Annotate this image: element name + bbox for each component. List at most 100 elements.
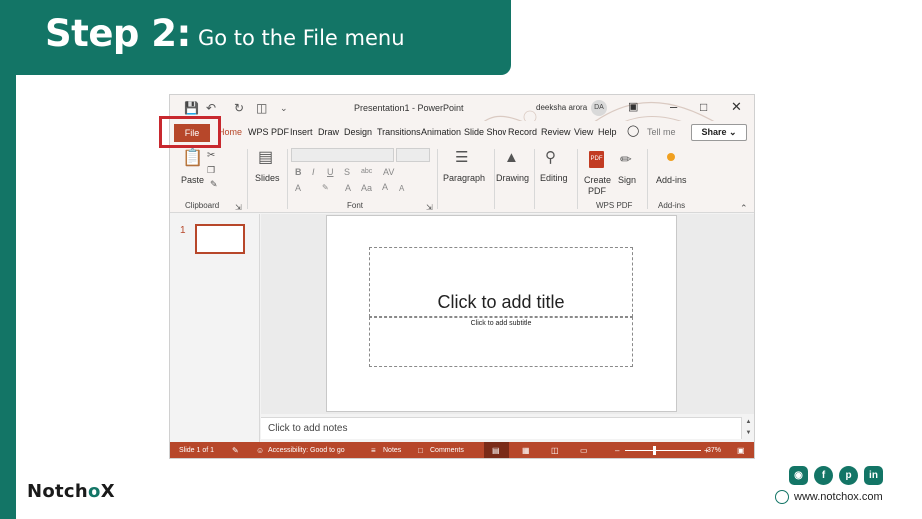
slides-button[interactable]: Slides bbox=[255, 173, 280, 183]
brand-accent: o bbox=[88, 481, 101, 502]
group-separator bbox=[534, 149, 535, 209]
clear-format-icon[interactable]: abc bbox=[361, 168, 372, 175]
tab-animation[interactable]: Animation bbox=[421, 127, 461, 137]
spell-check-icon[interactable]: ✎ bbox=[232, 446, 239, 456]
undo-icon[interactable]: ↶ bbox=[206, 100, 216, 116]
create-pdf-button-line1[interactable]: Create bbox=[584, 175, 611, 185]
group-separator bbox=[494, 149, 495, 209]
font-color-icon[interactable]: A bbox=[345, 183, 351, 193]
minimize-button[interactable]: – bbox=[670, 99, 677, 115]
paste-button[interactable]: Paste bbox=[181, 175, 204, 185]
new-slide-icon[interactable]: ▤ bbox=[258, 149, 273, 167]
slideshow-view-icon[interactable]: ▭ bbox=[580, 446, 588, 456]
zoom-slider-thumb[interactable] bbox=[653, 446, 656, 455]
user-name[interactable]: deeksha arora bbox=[536, 103, 587, 112]
present-icon[interactable]: ◫ bbox=[256, 100, 267, 116]
text-effect-icon[interactable]: A bbox=[295, 183, 301, 193]
share-button[interactable]: Share ⌄ bbox=[691, 124, 747, 141]
highlight-icon[interactable]: ✎ bbox=[322, 183, 329, 192]
fit-to-window-icon[interactable]: ▣ bbox=[737, 446, 745, 456]
sign-icon[interactable]: ✏ bbox=[620, 150, 632, 168]
slide-counter: Slide 1 of 1 bbox=[179, 447, 215, 454]
drawing-button[interactable]: Drawing bbox=[496, 173, 529, 183]
tab-help[interactable]: Help bbox=[598, 127, 617, 137]
char-spacing-icon[interactable]: AV bbox=[383, 167, 394, 177]
wps-pdf-group-label: WPS PDF bbox=[596, 201, 633, 210]
instagram-icon[interactable]: ◉ bbox=[789, 466, 808, 485]
drawing-icon[interactable]: ▲ bbox=[504, 149, 519, 167]
website-text: www.notchox.com bbox=[794, 491, 883, 503]
paragraph-icon[interactable]: ☰ bbox=[455, 149, 468, 167]
sign-button[interactable]: Sign bbox=[618, 175, 636, 185]
font-name-box[interactable] bbox=[291, 148, 394, 162]
maximize-button[interactable]: □ bbox=[700, 99, 707, 115]
grow-font-icon[interactable]: A bbox=[382, 182, 388, 192]
redo-icon[interactable]: ↻ bbox=[234, 100, 244, 116]
shrink-font-icon[interactable]: A bbox=[399, 184, 404, 193]
tab-record[interactable]: Record bbox=[508, 127, 537, 137]
save-icon[interactable]: 💾 bbox=[184, 100, 199, 116]
bold-icon[interactable]: B bbox=[295, 167, 302, 177]
slide-thumbnail[interactable] bbox=[195, 224, 245, 254]
strikethrough-icon[interactable]: S bbox=[344, 167, 350, 177]
zoom-slider[interactable] bbox=[625, 450, 701, 451]
group-separator bbox=[247, 149, 248, 209]
notchox-logo: NotchoX bbox=[27, 481, 115, 502]
comments-button[interactable]: Comments bbox=[430, 447, 464, 454]
tab-wps-pdf[interactable]: WPS PDF bbox=[248, 127, 289, 137]
user-avatar[interactable]: DA bbox=[591, 100, 607, 116]
addins-icon[interactable] bbox=[667, 153, 675, 161]
tab-transitions[interactable]: Transitions bbox=[377, 127, 421, 137]
zoom-out-icon[interactable]: – bbox=[615, 446, 619, 456]
paragraph-button[interactable]: Paragraph bbox=[443, 173, 485, 183]
notes-scrollbar[interactable]: ▲ ▼ bbox=[741, 417, 754, 439]
customize-toolbar-icon[interactable]: ⌄ bbox=[280, 100, 288, 116]
pinterest-icon[interactable]: p bbox=[839, 466, 858, 485]
font-size-box[interactable] bbox=[396, 148, 430, 162]
group-separator bbox=[287, 149, 288, 209]
ribbon-display-icon[interactable]: ▣ bbox=[628, 99, 638, 115]
step-header: Step 2: Go to the File menu bbox=[0, 0, 511, 75]
notes-icon[interactable]: ≡ bbox=[371, 446, 376, 456]
file-tab-highlight bbox=[159, 116, 221, 148]
format-painter-icon[interactable]: ✎ bbox=[210, 175, 218, 193]
addins-button[interactable]: Add-ins bbox=[656, 175, 687, 185]
tab-home[interactable]: Home bbox=[218, 127, 242, 137]
tab-draw[interactable]: Draw bbox=[318, 127, 339, 137]
notes-button[interactable]: Notes bbox=[383, 447, 401, 454]
tab-review[interactable]: Review bbox=[541, 127, 571, 137]
website-link[interactable]: www.notchox.com bbox=[775, 490, 883, 504]
editing-search-icon[interactable]: ⚲ bbox=[545, 149, 556, 167]
tab-design[interactable]: Design bbox=[344, 127, 372, 137]
underline-icon[interactable]: U bbox=[327, 167, 334, 177]
reading-view-icon[interactable]: ◫ bbox=[551, 446, 559, 456]
brand-suffix: X bbox=[100, 481, 115, 502]
tab-insert[interactable]: Insert bbox=[290, 127, 313, 137]
tell-me-search[interactable]: Tell me bbox=[647, 127, 676, 137]
accessibility-icon[interactable]: ☺ bbox=[256, 446, 264, 456]
facebook-icon[interactable]: f bbox=[814, 466, 833, 485]
slide-sorter-icon[interactable]: ▦ bbox=[522, 446, 530, 456]
change-case-icon[interactable]: Aa bbox=[361, 183, 372, 193]
window-title: Presentation1 - PowerPoint bbox=[354, 103, 464, 113]
tab-view[interactable]: View bbox=[574, 127, 593, 137]
comments-icon[interactable]: □ bbox=[418, 446, 423, 456]
tab-slide-show[interactable]: Slide Show bbox=[464, 127, 506, 137]
subtitle-placeholder-text: Click to add subtitle bbox=[470, 320, 532, 327]
lightbulb-icon[interactable]: ◯ bbox=[627, 124, 639, 137]
editing-button[interactable]: Editing bbox=[540, 173, 568, 183]
step-instruction: Go to the File menu bbox=[198, 26, 405, 50]
zoom-level[interactable]: 37% bbox=[707, 447, 721, 454]
left-accent-bar bbox=[0, 0, 16, 519]
create-pdf-icon[interactable]: PDF bbox=[589, 151, 604, 168]
social-links: ◉ f p in bbox=[789, 466, 899, 486]
accessibility-status[interactable]: Accessibility: Good to go bbox=[268, 447, 345, 454]
group-separator bbox=[437, 149, 438, 209]
globe-icon bbox=[775, 490, 789, 504]
close-button[interactable]: ✕ bbox=[731, 99, 742, 115]
create-pdf-button-line2[interactable]: PDF bbox=[588, 186, 606, 196]
linkedin-icon[interactable]: in bbox=[864, 466, 883, 485]
paste-icon[interactable]: 📋 bbox=[182, 149, 203, 167]
italic-icon[interactable]: I bbox=[312, 167, 315, 177]
title-placeholder-text: Click to add title bbox=[437, 292, 565, 312]
